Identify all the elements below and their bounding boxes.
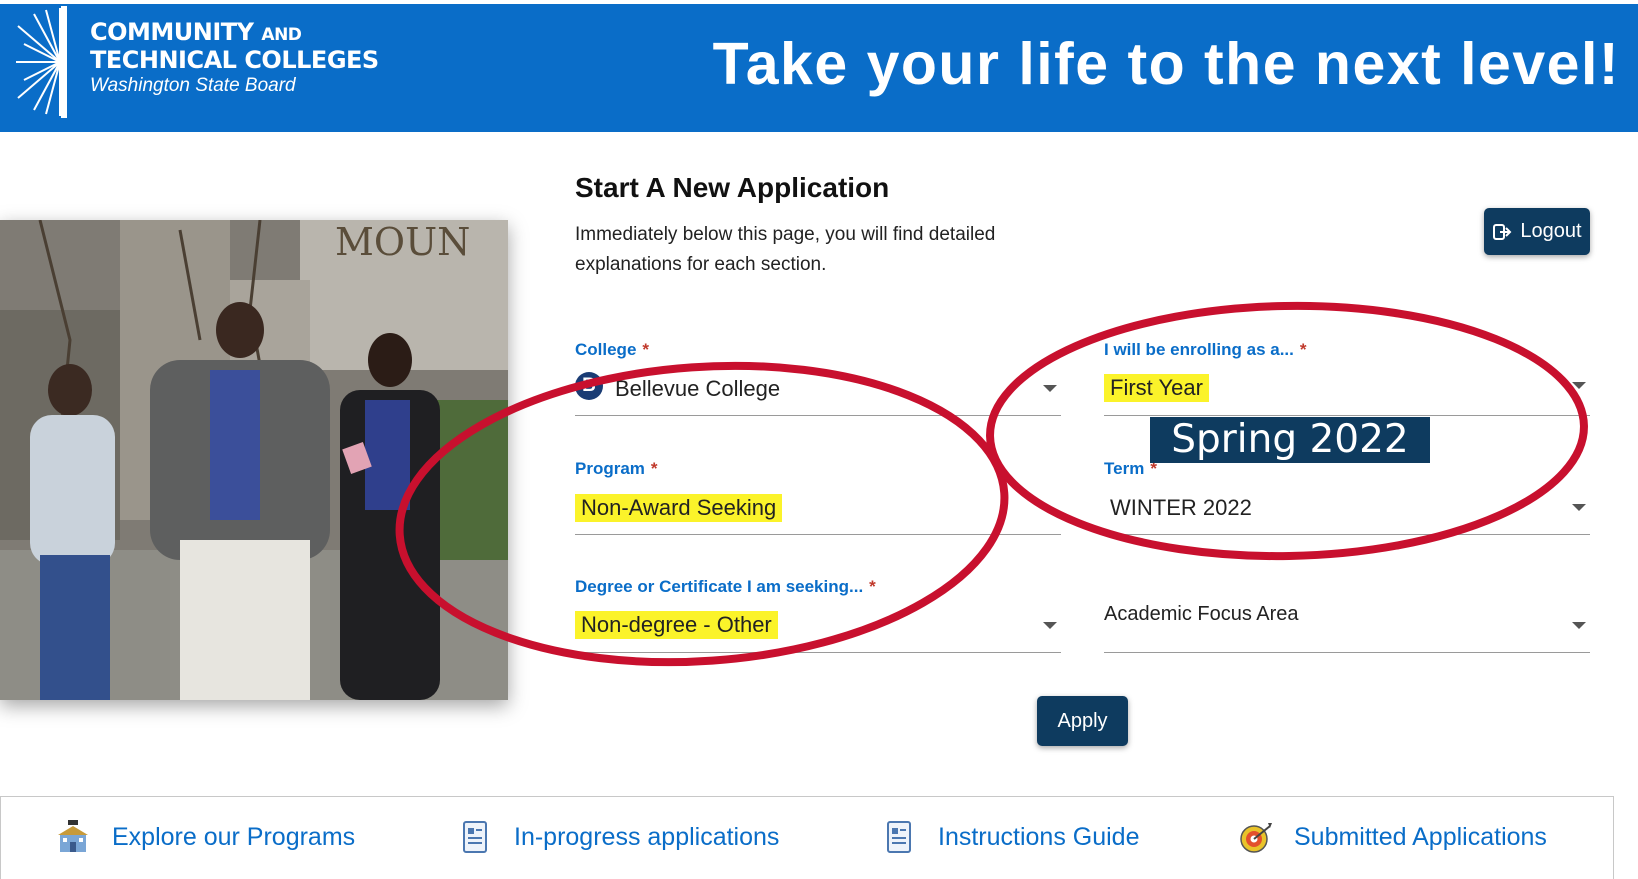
enrolling-as-label: I will be enrolling as a... [1104, 340, 1294, 359]
college-logo-icon: B [575, 372, 603, 401]
college-label: College [575, 340, 637, 359]
instructions-guide-link[interactable]: Instructions Guide [882, 820, 1140, 854]
document-icon [463, 821, 487, 853]
school-building-icon [58, 820, 88, 852]
header-tagline: Take your life to the next level! [712, 31, 1620, 97]
chevron-down-icon[interactable] [1043, 385, 1057, 392]
logo-line-community: COMMUNITY [90, 18, 254, 46]
enrolling-as-select[interactable]: I will be enrolling as a... * First Year [1104, 340, 1590, 416]
logout-icon [1493, 223, 1512, 240]
college-select[interactable]: College * B Bellevue College [575, 340, 1061, 416]
in-progress-applications-link[interactable]: In-progress applications [458, 820, 779, 854]
page-title: Start A New Application [575, 172, 890, 203]
term-label: Term [1104, 459, 1145, 478]
page-description: Immediately below this page, you will fi… [575, 224, 996, 275]
logo-line-technical: TECHNICAL COLLEGES [90, 46, 379, 74]
term-select[interactable]: Term * WINTER 2022 [1104, 459, 1590, 535]
college-value: Bellevue College [615, 376, 781, 401]
logo-line-board: Washington State Board [90, 75, 296, 96]
building-sign-text: MOUN [335, 220, 470, 264]
program-label: Program [575, 459, 645, 478]
submitted-applications-label: Submitted Applications [1294, 822, 1547, 851]
students-photo: MOUN [0, 220, 508, 700]
degree-select[interactable]: Degree or Certificate I am seeking... * N… [575, 577, 1061, 653]
instructions-guide-label: Instructions Guide [938, 822, 1140, 851]
focus-area-select[interactable]: Academic Focus Area [1104, 577, 1590, 653]
logout-label: Logout [1520, 220, 1582, 242]
program-value: Non-Award Seeking [575, 494, 783, 522]
logo-line-and: AND [261, 25, 302, 45]
degree-value: Non-degree - Other [575, 611, 778, 639]
explore-programs-link[interactable]: Explore our Programs [56, 820, 355, 854]
required-mark: * [1299, 340, 1307, 359]
submitted-applications-link[interactable]: Submitted Applications [1238, 820, 1547, 854]
target-icon [1240, 823, 1272, 853]
document-icon [887, 821, 911, 853]
site-header: COMMUNITY AND TECHNICAL COLLEGES Washing… [0, 0, 1638, 132]
term-value: WINTER 2022 [1110, 495, 1252, 520]
degree-label: Degree or Certificate I am seeking... [575, 577, 864, 596]
required-mark: * [869, 577, 876, 596]
starburst-logo-icon [16, 6, 67, 118]
explore-programs-label: Explore our Programs [112, 822, 356, 851]
chevron-down-icon[interactable] [1572, 504, 1586, 511]
chevron-down-icon[interactable] [1572, 622, 1586, 629]
in-progress-applications-label: In-progress applications [514, 822, 780, 851]
required-mark: * [650, 459, 658, 478]
logout-button[interactable]: Logout [1484, 208, 1590, 255]
annotation-overlay-label: Spring 2022 [1150, 417, 1430, 463]
chevron-down-icon[interactable] [1043, 622, 1057, 629]
required-mark: * [642, 340, 650, 359]
enrolling-as-value: First Year [1104, 374, 1209, 402]
apply-button[interactable]: Apply [1037, 696, 1128, 746]
focus-area-placeholder: Academic Focus Area [1104, 603, 1299, 625]
students-photo-illustration: MOUN [0, 220, 508, 700]
program-select[interactable]: Program * Non-Award Seeking [575, 459, 1061, 535]
chevron-down-icon[interactable] [1572, 382, 1586, 389]
logo-wordmark: COMMUNITY AND TECHNICAL COLLEGES Washing… [90, 20, 379, 99]
